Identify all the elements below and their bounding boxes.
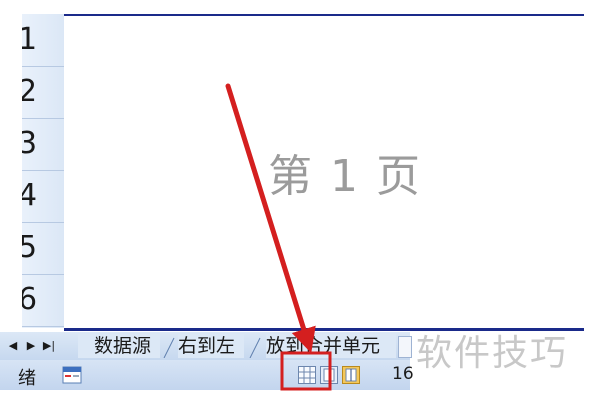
page-number-watermark: 第 1 页: [268, 151, 422, 202]
sheet-tab-bar: ◀ ▶ ▶| 数据源 右到左 放到合并单元: [0, 332, 412, 361]
tab-scroll-next-icon[interactable]: ▶: [24, 338, 38, 354]
sheet-tab-data-source[interactable]: 数据源: [94, 334, 160, 358]
row-header-3[interactable]: 3: [22, 118, 64, 171]
normal-view-icon[interactable]: [298, 366, 316, 384]
tab-separator: [163, 337, 175, 358]
row-header-column: 1 2 3 4 5 6: [22, 14, 66, 328]
page-break-preview-area[interactable]: 第 1 页: [64, 14, 584, 331]
horizontal-scrollbar-stub[interactable]: [398, 336, 412, 358]
page-break-preview-icon[interactable]: [342, 366, 360, 384]
site-watermark-logo: 软件技巧: [416, 333, 569, 374]
tab-scroll-prev-icon[interactable]: ◀: [6, 338, 20, 354]
status-bar: 绪 16: [0, 360, 414, 390]
excel-window: 1 2 3 4 5 6 第 1 页 ◀ ▶ ▶| 数据源 右到左 放到合并单元 …: [0, 0, 600, 400]
zoom-level-text[interactable]: 16: [392, 364, 414, 384]
window-edge: [0, 14, 22, 328]
row-header-1[interactable]: 1: [22, 14, 64, 67]
sheet-tab-right-to-left[interactable]: 右到左: [178, 334, 244, 358]
row-header-6[interactable]: 6: [22, 274, 64, 327]
page-layout-icon[interactable]: [320, 366, 338, 384]
tab-separator: [249, 337, 261, 358]
row-header-5[interactable]: 5: [22, 222, 64, 275]
sheet-tab-merge-cells[interactable]: 放到合并单元: [266, 334, 396, 358]
status-ready-text: 绪: [18, 368, 36, 389]
row-header-4[interactable]: 4: [22, 170, 64, 223]
tab-scroll-last-icon[interactable]: ▶|: [42, 338, 56, 354]
row-header-2[interactable]: 2: [22, 66, 64, 119]
macro-record-icon[interactable]: [62, 366, 82, 384]
